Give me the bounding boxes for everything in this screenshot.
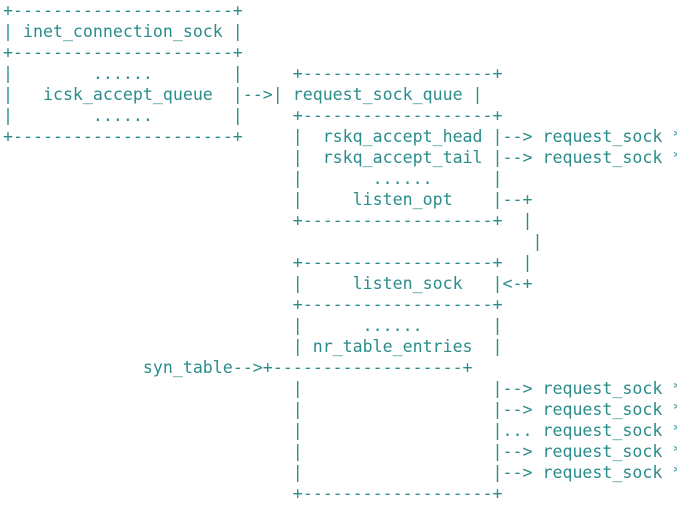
- diagram-line: +-------------------+ |: [3, 253, 533, 272]
- diagram-line: | ...... | +-------------------+: [3, 64, 503, 83]
- diagram-line: | listen_sock |<-+: [3, 274, 533, 293]
- diagram-line: +----------------------+ | rskq_accept_h…: [3, 127, 677, 146]
- diagram-line: | |--> request_sock *: [3, 463, 677, 482]
- diagram-line: +-------------------+: [3, 295, 503, 314]
- diagram-line: syn_table-->+-------------------+: [3, 358, 473, 377]
- diagram-line: |: [3, 232, 543, 251]
- diagram-line: +-------------------+ |: [3, 211, 533, 230]
- diagram-line: +----------------------+: [3, 1, 243, 20]
- diagram-line: | ...... | +-------------------+: [3, 106, 503, 125]
- diagram-line: | rskq_accept_tail |--> request_sock *: [3, 148, 677, 167]
- diagram-line: | nr_table_entries |: [3, 337, 503, 356]
- diagram-line: | ...... |: [3, 316, 503, 335]
- diagram-line: | ...... |: [3, 169, 503, 188]
- struct-diagram: +----------------------+ | inet_connecti…: [0, 0, 677, 509]
- diagram-line: | |--> request_sock *: [3, 400, 677, 419]
- diagram-line: | |... request_sock *: [3, 421, 677, 440]
- diagram-line: +----------------------+: [3, 43, 243, 62]
- diagram-line: | |--> request_sock *: [3, 442, 677, 461]
- diagram-line: | listen_opt |--+: [3, 190, 533, 209]
- diagram-line: | |--> request_sock *: [3, 379, 677, 398]
- diagram-line: | inet_connection_sock |: [3, 22, 243, 41]
- diagram-line: +-------------------+: [3, 484, 503, 503]
- diagram-line: | icsk_accept_queue |-->| request_sock_q…: [3, 85, 483, 104]
